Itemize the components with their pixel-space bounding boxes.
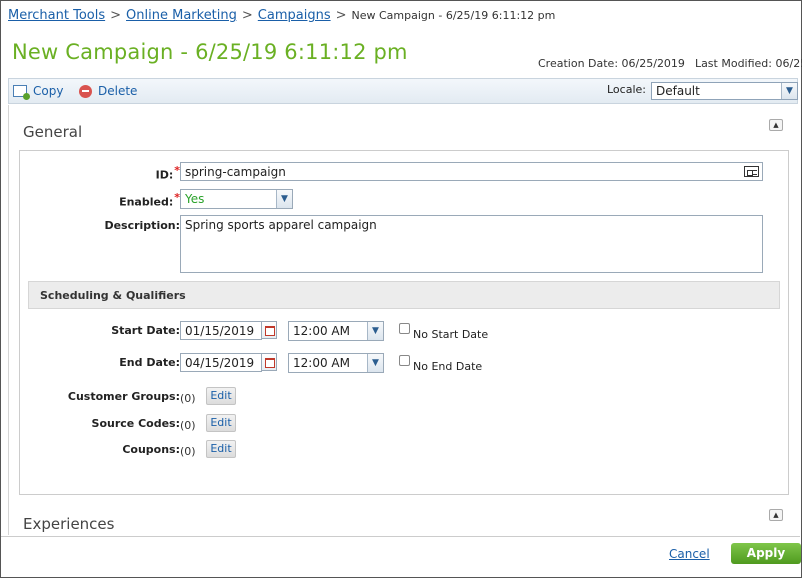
delete-icon — [79, 84, 92, 98]
no-end-date-checkbox[interactable] — [399, 355, 410, 366]
breadcrumb-merchant-tools[interactable]: Merchant Tools — [8, 8, 105, 23]
section-title-experiences: Experiences — [23, 515, 115, 533]
enabled-label: Enabled:* — [119, 191, 180, 209]
source-codes-edit-button[interactable]: Edit — [206, 414, 236, 432]
end-date-value: 04/15/2019 — [185, 356, 255, 370]
end-time-select[interactable]: 12:00 AM ▼ — [288, 353, 384, 373]
id-card-icon[interactable] — [744, 166, 759, 177]
no-end-date-label: No End Date — [413, 360, 483, 373]
enabled-label-text: Enabled: — [119, 195, 174, 209]
id-label: ID:* — [156, 164, 180, 182]
end-date-input[interactable]: 04/15/2019 — [180, 353, 262, 372]
breadcrumb-separator: > — [241, 8, 253, 23]
description-value: Spring sports apparel campaign — [185, 218, 377, 232]
collapse-experiences-icon[interactable]: ▲ — [769, 509, 783, 521]
apply-button[interactable]: Apply — [731, 543, 801, 564]
source-codes-count: (0) — [180, 419, 196, 432]
delete-label: Delete — [98, 84, 138, 98]
no-start-date-checkbox[interactable] — [399, 323, 410, 334]
breadcrumb-separator: > — [110, 8, 122, 23]
general-panel: ID:* spring-campaign Enabled:* Yes ▼ Des… — [19, 150, 789, 495]
main-content[interactable]: General ▲ ID:* spring-campaign Enabled:*… — [8, 105, 798, 535]
enabled-select[interactable]: Yes ▼ — [180, 189, 293, 209]
start-date-value: 01/15/2019 — [185, 324, 255, 338]
description-textarea[interactable]: Spring sports apparel campaign — [180, 215, 763, 273]
footer-bar: Cancel Apply — [1, 536, 801, 577]
locale-select[interactable]: Default ▼ — [651, 82, 798, 100]
end-time-value: 12:00 AM — [293, 356, 350, 370]
locale-label: Locale: — [607, 83, 646, 96]
start-time-select[interactable]: 12:00 AM ▼ — [288, 321, 384, 341]
customer-groups-edit-button[interactable]: Edit — [206, 387, 236, 405]
id-value: spring-campaign — [185, 165, 286, 179]
chevron-down-icon[interactable]: ▼ — [276, 190, 292, 208]
no-start-date-label: No Start Date — [413, 328, 489, 341]
creation-date: Creation Date: 06/25/2019 — [538, 57, 685, 70]
collapse-general-icon[interactable]: ▲ — [769, 119, 783, 131]
toolbar: Copy Delete Locale: Default ▼ — [8, 78, 798, 104]
cancel-link[interactable]: Cancel — [669, 547, 710, 561]
breadcrumb-online-marketing[interactable]: Online Marketing — [126, 8, 237, 23]
scheduling-header: Scheduling & Qualifiers — [28, 281, 780, 309]
enabled-value: Yes — [185, 192, 205, 206]
copy-button[interactable]: Copy — [13, 84, 64, 100]
coupons-edit-button[interactable]: Edit — [206, 440, 236, 458]
section-title-general: General — [23, 123, 83, 141]
last-modified-date: Last Modified: 06/25/201 — [694, 57, 802, 70]
end-calendar-icon[interactable] — [261, 353, 277, 371]
customer-groups-label: Customer Groups: — [67, 390, 180, 403]
customer-groups-count: (0) — [180, 392, 196, 405]
chevron-down-icon[interactable]: ▼ — [367, 322, 383, 340]
breadcrumb-campaigns[interactable]: Campaigns — [258, 8, 331, 23]
start-calendar-icon[interactable] — [261, 321, 277, 339]
id-label-text: ID: — [155, 168, 174, 182]
start-date-label: Start Date: — [111, 324, 180, 337]
description-label: Description: — [104, 219, 180, 232]
end-date-label: End Date: — [119, 356, 180, 369]
breadcrumb: Merchant Tools > Online Marketing > Campaign… — [8, 8, 555, 23]
source-codes-label: Source Codes: — [91, 417, 180, 430]
start-date-input[interactable]: 01/15/2019 — [180, 321, 262, 340]
breadcrumb-separator: > — [335, 8, 347, 23]
coupons-count: (0) — [180, 445, 196, 458]
chevron-down-icon[interactable]: ▼ — [781, 83, 797, 99]
date-info: Creation Date: 06/25/2019 Last Modified: … — [538, 57, 802, 70]
delete-button[interactable]: Delete — [79, 84, 137, 98]
id-field[interactable]: spring-campaign — [180, 162, 763, 181]
coupons-label: Coupons: — [122, 443, 180, 456]
copy-label: Copy — [33, 84, 64, 98]
page-title: New Campaign - 6/25/19 6:11:12 pm — [12, 40, 408, 64]
breadcrumb-current: New Campaign - 6/25/19 6:11:12 pm — [351, 9, 556, 22]
start-time-value: 12:00 AM — [293, 324, 350, 338]
copy-icon — [13, 85, 30, 100]
chevron-down-icon[interactable]: ▼ — [367, 354, 383, 372]
locale-value: Default — [656, 84, 700, 98]
